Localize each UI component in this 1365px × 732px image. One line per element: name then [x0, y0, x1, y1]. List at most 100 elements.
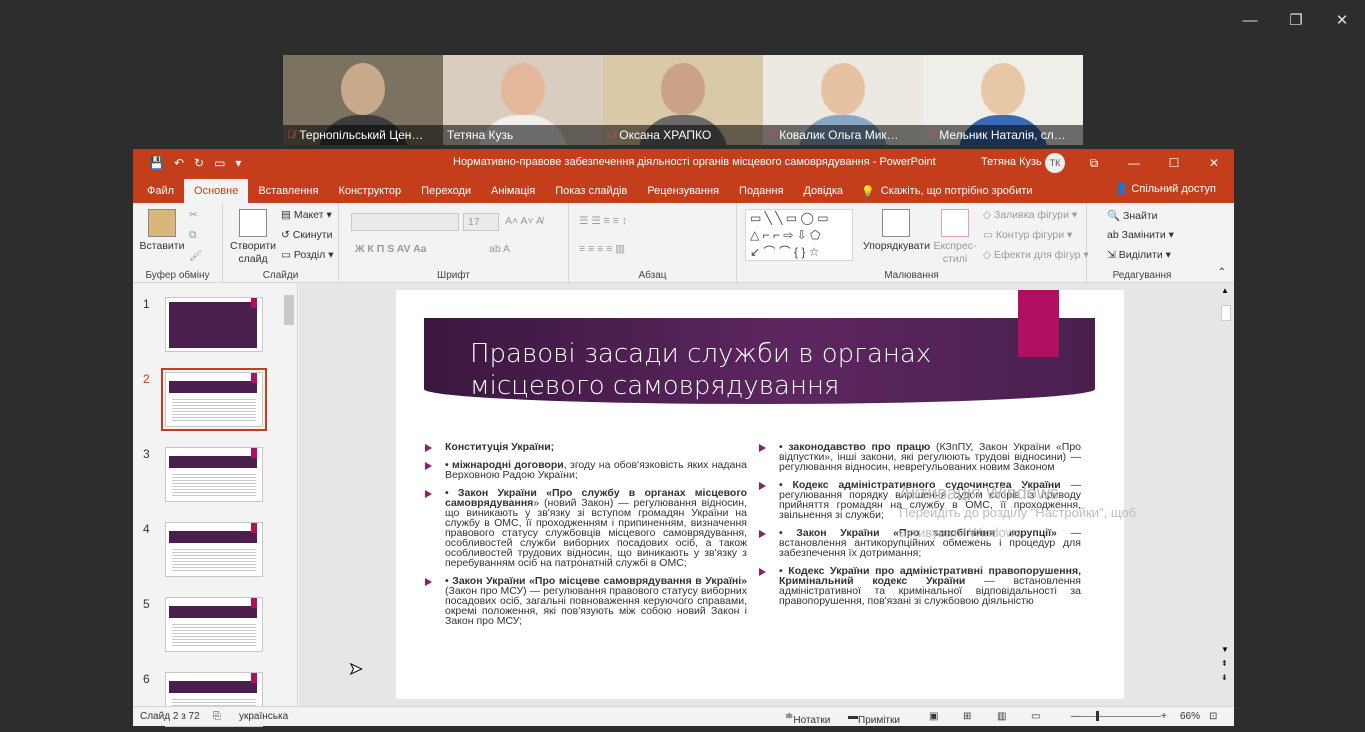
find-button[interactable]: 🔍 Знайти: [1107, 209, 1158, 222]
minimize-icon[interactable]: —: [1114, 149, 1154, 177]
tab-design[interactable]: Конструктор: [328, 179, 411, 203]
thumbnail-image[interactable]: [161, 368, 267, 431]
font-grow-shrink-icon[interactable]: A˄ A˅ A̸: [505, 215, 543, 227]
scroll-down-icon[interactable]: ▼: [1221, 645, 1229, 654]
close-icon[interactable]: ✕: [1194, 149, 1234, 177]
tab-insert[interactable]: Вставлення: [248, 179, 328, 203]
tab-animations[interactable]: Анімація: [481, 179, 545, 203]
zoom-out-icon[interactable]: —: [1071, 711, 1081, 722]
close-icon[interactable]: ✕: [1319, 0, 1365, 40]
share-label: Спільний доступ: [1131, 183, 1216, 195]
thumbnail-image[interactable]: [165, 447, 263, 502]
zoom-level[interactable]: 66%: [1180, 711, 1200, 722]
tab-review[interactable]: Рецензування: [637, 179, 729, 203]
shape-outline-button[interactable]: ▭ Контур фігури ▾: [983, 229, 1072, 241]
zoom-slider[interactable]: [1081, 716, 1161, 717]
paste-button[interactable]: Вставити: [139, 209, 185, 253]
replace-button[interactable]: ab Замінити ▾: [1107, 229, 1174, 241]
reading-view-icon[interactable]: ▥: [997, 711, 1006, 722]
new-slide-button[interactable]: Створити слайд: [227, 209, 279, 266]
collapse-ribbon-icon[interactable]: ⌃: [1218, 267, 1226, 278]
comments-button[interactable]: ▬ Примітки: [848, 711, 900, 726]
save-icon[interactable]: 💾: [149, 156, 164, 170]
reset-label: Скинути: [292, 229, 333, 241]
notes-button[interactable]: ≐ Нотатки: [785, 711, 830, 726]
video-tile[interactable]: 🎙̸ Тернопільський Цен…: [283, 55, 443, 145]
scroll-thumb[interactable]: [284, 295, 294, 325]
reset-button[interactable]: ↺ Скинути: [281, 229, 332, 241]
left-column[interactable]: Конституція України; • міжнародні договор…: [424, 442, 747, 634]
format-painter-icon[interactable]: 🖌: [189, 249, 202, 262]
maximize-icon[interactable]: ☐: [1154, 149, 1194, 177]
thumbnail-image[interactable]: [165, 522, 263, 577]
shape-effects-button[interactable]: ◇ Ефекти для фігур ▾: [983, 249, 1089, 261]
video-strip: 🎙̸ Тернопільський Цен… Тетяна Кузь 🎙̸ Окса…: [283, 55, 1083, 145]
slide-title[interactable]: Правові засади служби в органах місцевог…: [470, 338, 1030, 402]
font-size-box[interactable]: 17: [463, 213, 499, 231]
thumbnail-band: [169, 606, 257, 618]
video-tile[interactable]: Тетяна Кузь: [443, 55, 603, 145]
minimize-icon[interactable]: —: [1227, 0, 1273, 40]
cut-icon[interactable]: ✂: [189, 209, 198, 221]
bullets-icon[interactable]: ☰ ☰ ≡ ≡ ↕: [579, 215, 627, 227]
align-icons[interactable]: ≡ ≡ ≡ ≡ ▥: [579, 243, 625, 255]
arrange-icon: [882, 209, 910, 237]
share-button[interactable]: 👤 Спільний доступ: [1115, 182, 1216, 195]
font-color-icon[interactable]: ab A: [489, 243, 510, 255]
customize-qat-icon[interactable]: ▾: [235, 156, 241, 170]
tab-transitions[interactable]: Переходи: [411, 179, 481, 203]
slide-thumbnail[interactable]: 2: [133, 368, 283, 432]
avatar[interactable]: ТК: [1045, 153, 1065, 173]
zoom-slider-thumb[interactable]: [1096, 711, 1099, 721]
slide-thumbnail[interactable]: 4: [133, 522, 283, 582]
slide-thumbnail[interactable]: 5: [133, 597, 283, 657]
restore-icon[interactable]: ❐: [1273, 0, 1319, 40]
slide-sorter-icon[interactable]: ⊞: [963, 711, 971, 722]
video-tile[interactable]: 🎙̸ Оксана ХРАПКО: [603, 55, 763, 145]
tab-file[interactable]: Файл: [137, 179, 184, 203]
layout-button[interactable]: ▤ Макет ▾: [281, 209, 332, 221]
language-label[interactable]: українська: [239, 711, 288, 722]
copy-icon[interactable]: ⧉: [189, 229, 197, 242]
fit-slide-icon[interactable]: ⊡: [1209, 711, 1217, 722]
redo-icon[interactable]: ↻: [194, 156, 204, 170]
shapes-gallery[interactable]: ▭ ╲ ╲ ▭ ◯ ▭ △ ⌐ ⌐ ⇨ ⇩ ⬠ ↙ ⌒ ⌒ { } ☆: [745, 209, 853, 261]
spellcheck-icon[interactable]: ⎘: [213, 711, 221, 722]
select-button[interactable]: ⇲ Виділити ▾: [1107, 249, 1171, 261]
undo-icon[interactable]: ↶: [174, 156, 184, 170]
bullet-item: • законодавство про працю (КЗпПУ, Закон …: [758, 442, 1081, 472]
slide-thumbnail[interactable]: 1: [133, 297, 283, 357]
tab-help[interactable]: Довідка: [793, 179, 853, 203]
font-format-icons[interactable]: Ж К П S AV Aa: [355, 243, 427, 255]
section-button[interactable]: ▭ Розділ ▾: [281, 249, 333, 261]
quick-styles-button[interactable]: Експрес-стилі: [933, 209, 977, 266]
normal-view-icon[interactable]: ▣: [929, 711, 938, 722]
thumbnail-image[interactable]: [165, 597, 263, 652]
slide-scrollbar[interactable]: ▲ ▼ ⇞ ⇟: [1218, 283, 1234, 706]
windows-activation-watermark: Активація Windows Перейдіть до розділу "…: [899, 483, 1136, 543]
present-icon[interactable]: ▭: [214, 156, 225, 170]
prev-slide-icon[interactable]: ⇞: [1221, 659, 1228, 668]
font-name-box[interactable]: [351, 213, 459, 231]
next-slide-icon[interactable]: ⇟: [1221, 673, 1228, 682]
tab-view[interactable]: Подання: [729, 179, 793, 203]
arrange-button[interactable]: Упорядкувати: [863, 209, 930, 253]
thumbnails-scrollbar[interactable]: [283, 283, 295, 706]
scroll-thumb[interactable]: [1221, 305, 1231, 321]
video-tile[interactable]: 🎙̸ Ковалик Ольга Мик…: [763, 55, 923, 145]
shape-fill-button[interactable]: ◇ Заливка фігури ▾: [983, 209, 1077, 221]
scroll-up-icon[interactable]: ▲: [1221, 286, 1229, 295]
new-slide-label: Створити слайд: [229, 240, 277, 265]
slide-thumbnail[interactable]: 3: [133, 447, 283, 507]
thumbnail-image[interactable]: [165, 297, 263, 352]
zoom-in-icon[interactable]: +: [1161, 711, 1167, 722]
tab-slideshow[interactable]: Показ слайдів: [545, 179, 637, 203]
user-name[interactable]: Тетяна Кузь: [981, 156, 1042, 168]
tell-me-text: Скажіть, що потрібно зробити: [880, 185, 1033, 197]
tell-me-box[interactable]: 💡 Скажіть, що потрібно зробити: [861, 179, 1033, 203]
slideshow-view-icon[interactable]: ▭: [1031, 711, 1040, 722]
ribbon-display-icon[interactable]: ⧉: [1074, 149, 1114, 177]
participant-name-bar: 🎙̸ Оксана ХРАПКО: [603, 125, 763, 145]
video-tile[interactable]: 🎙̸ Мельник Наталія, сл…: [923, 55, 1083, 145]
tab-home[interactable]: Основне: [184, 179, 249, 203]
